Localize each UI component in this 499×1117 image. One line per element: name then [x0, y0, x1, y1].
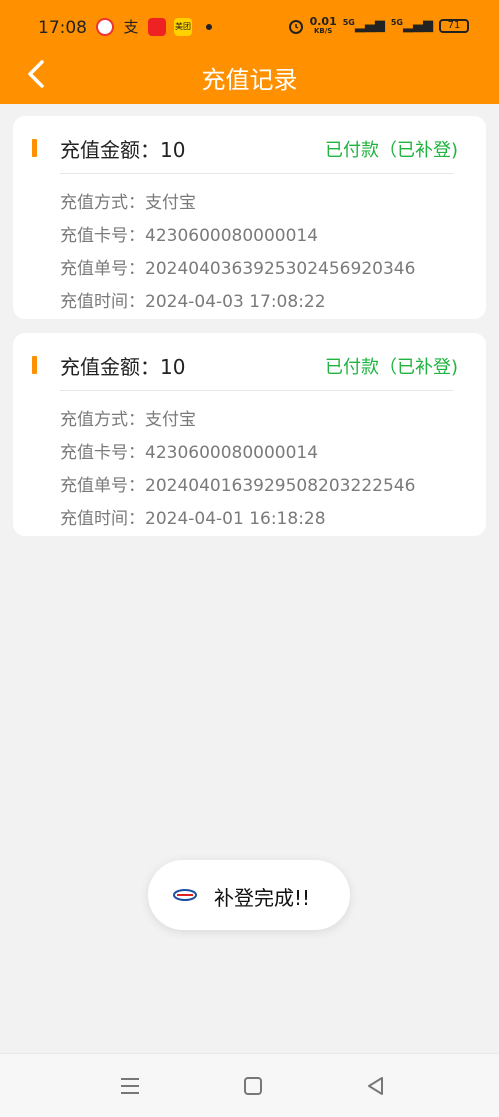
- home-square-icon[interactable]: [241, 1074, 265, 1098]
- toast-notification: 补登完成!!: [148, 860, 350, 930]
- time-row: 充值时间：2024-04-01 16:18:28: [60, 504, 326, 529]
- status-bar: 17:08 支 美团 0.01 KB/S 5G▂▄▆ 5G▂▄▆ 71: [0, 0, 499, 60]
- method-row: 充值方式：支付宝: [60, 188, 196, 213]
- signal-2-icon: 5G▂▄▆: [390, 18, 433, 33]
- card-number-row: 充值卡号：4230600080000014: [60, 438, 318, 463]
- app-logo-icon: [173, 889, 197, 901]
- order-number-label: 充值单号：: [60, 476, 145, 496]
- time-label: 充值时间：: [60, 509, 145, 529]
- status-indicators: 0.01 KB/S 5G▂▄▆ 5G▂▄▆ 71: [288, 16, 469, 35]
- toast-message: 补登完成!!: [214, 886, 311, 910]
- order-number-value: 2024040163929508203222546: [145, 476, 416, 496]
- notification-icons: 支 美团: [96, 18, 212, 36]
- app-notification-icon: [96, 18, 114, 36]
- system-nav-bar: [0, 1053, 499, 1117]
- amount-line: 充值金额：10: [60, 134, 185, 163]
- card-accent-bar: [32, 356, 37, 374]
- amount-label: 充值金额：: [60, 138, 160, 162]
- record-card: 充值金额：10 已付款（已补登) 充值方式：支付宝 充值卡号：423060008…: [13, 333, 486, 536]
- order-number-row: 充值单号：2024040363925302456920346: [60, 254, 415, 279]
- battery-icon: 71: [439, 18, 469, 33]
- status-time: 17:08: [38, 18, 87, 38]
- time-value: 2024-04-01 16:18:28: [145, 509, 326, 529]
- card-number-value: 4230600080000014: [145, 226, 319, 246]
- pinduoduo-notification-icon: [148, 18, 166, 36]
- net-speed-unit: KB/S: [313, 27, 333, 35]
- card-number-label: 充值卡号：: [60, 443, 145, 463]
- method-value: 支付宝: [145, 193, 196, 213]
- payment-status: 已付款（已补登): [324, 140, 458, 161]
- app-header: 17:08 支 美团 0.01 KB/S 5G▂▄▆ 5G▂▄▆ 71 充值记录: [0, 0, 499, 104]
- card-accent-bar: [32, 139, 37, 157]
- more-notifications-dot-icon: [206, 24, 212, 30]
- time-value: 2024-04-03 17:08:22: [145, 292, 326, 312]
- amount-label: 充值金额：: [60, 355, 160, 379]
- battery-level: 71: [447, 20, 461, 31]
- order-number-row: 充值单号：2024040163929508203222546: [60, 471, 415, 496]
- divider: [60, 173, 453, 174]
- back-triangle-icon[interactable]: [364, 1074, 388, 1098]
- time-row: 充值时间：2024-04-03 17:08:22: [60, 287, 326, 312]
- divider: [60, 390, 453, 391]
- card-number-label: 充值卡号：: [60, 226, 145, 246]
- method-value: 支付宝: [145, 410, 196, 430]
- card-number-row: 充值卡号：4230600080000014: [60, 221, 318, 246]
- method-label: 充值方式：: [60, 193, 145, 213]
- amount-line: 充值金额：10: [60, 351, 185, 380]
- net-speed: 0.01 KB/S: [310, 16, 337, 35]
- card-number-value: 4230600080000014: [145, 443, 319, 463]
- signal-1-icon: 5G▂▄▆: [342, 18, 385, 33]
- order-number-label: 充值单号：: [60, 259, 145, 279]
- menu-icon[interactable]: [118, 1074, 142, 1098]
- net-speed-value: 0.01: [309, 15, 337, 28]
- method-row: 充值方式：支付宝: [60, 405, 196, 430]
- amount-value: 10: [160, 355, 186, 379]
- meituan-notification-icon: 美团: [174, 18, 192, 36]
- amount-value: 10: [160, 138, 186, 162]
- alarm-icon: [288, 19, 303, 34]
- payment-status: 已付款（已补登): [324, 357, 458, 378]
- page-title: 充值记录: [201, 66, 298, 94]
- order-number-value: 2024040363925302456920346: [145, 259, 416, 279]
- record-card: 充值金额：10 已付款（已补登) 充值方式：支付宝 充值卡号：423060008…: [13, 116, 486, 319]
- method-label: 充值方式：: [60, 410, 145, 430]
- time-label: 充值时间：: [60, 292, 145, 312]
- signal-1-label: 5G: [342, 18, 355, 27]
- signal-2-label: 5G: [390, 18, 403, 27]
- alipay-notification-icon: 支: [123, 18, 139, 36]
